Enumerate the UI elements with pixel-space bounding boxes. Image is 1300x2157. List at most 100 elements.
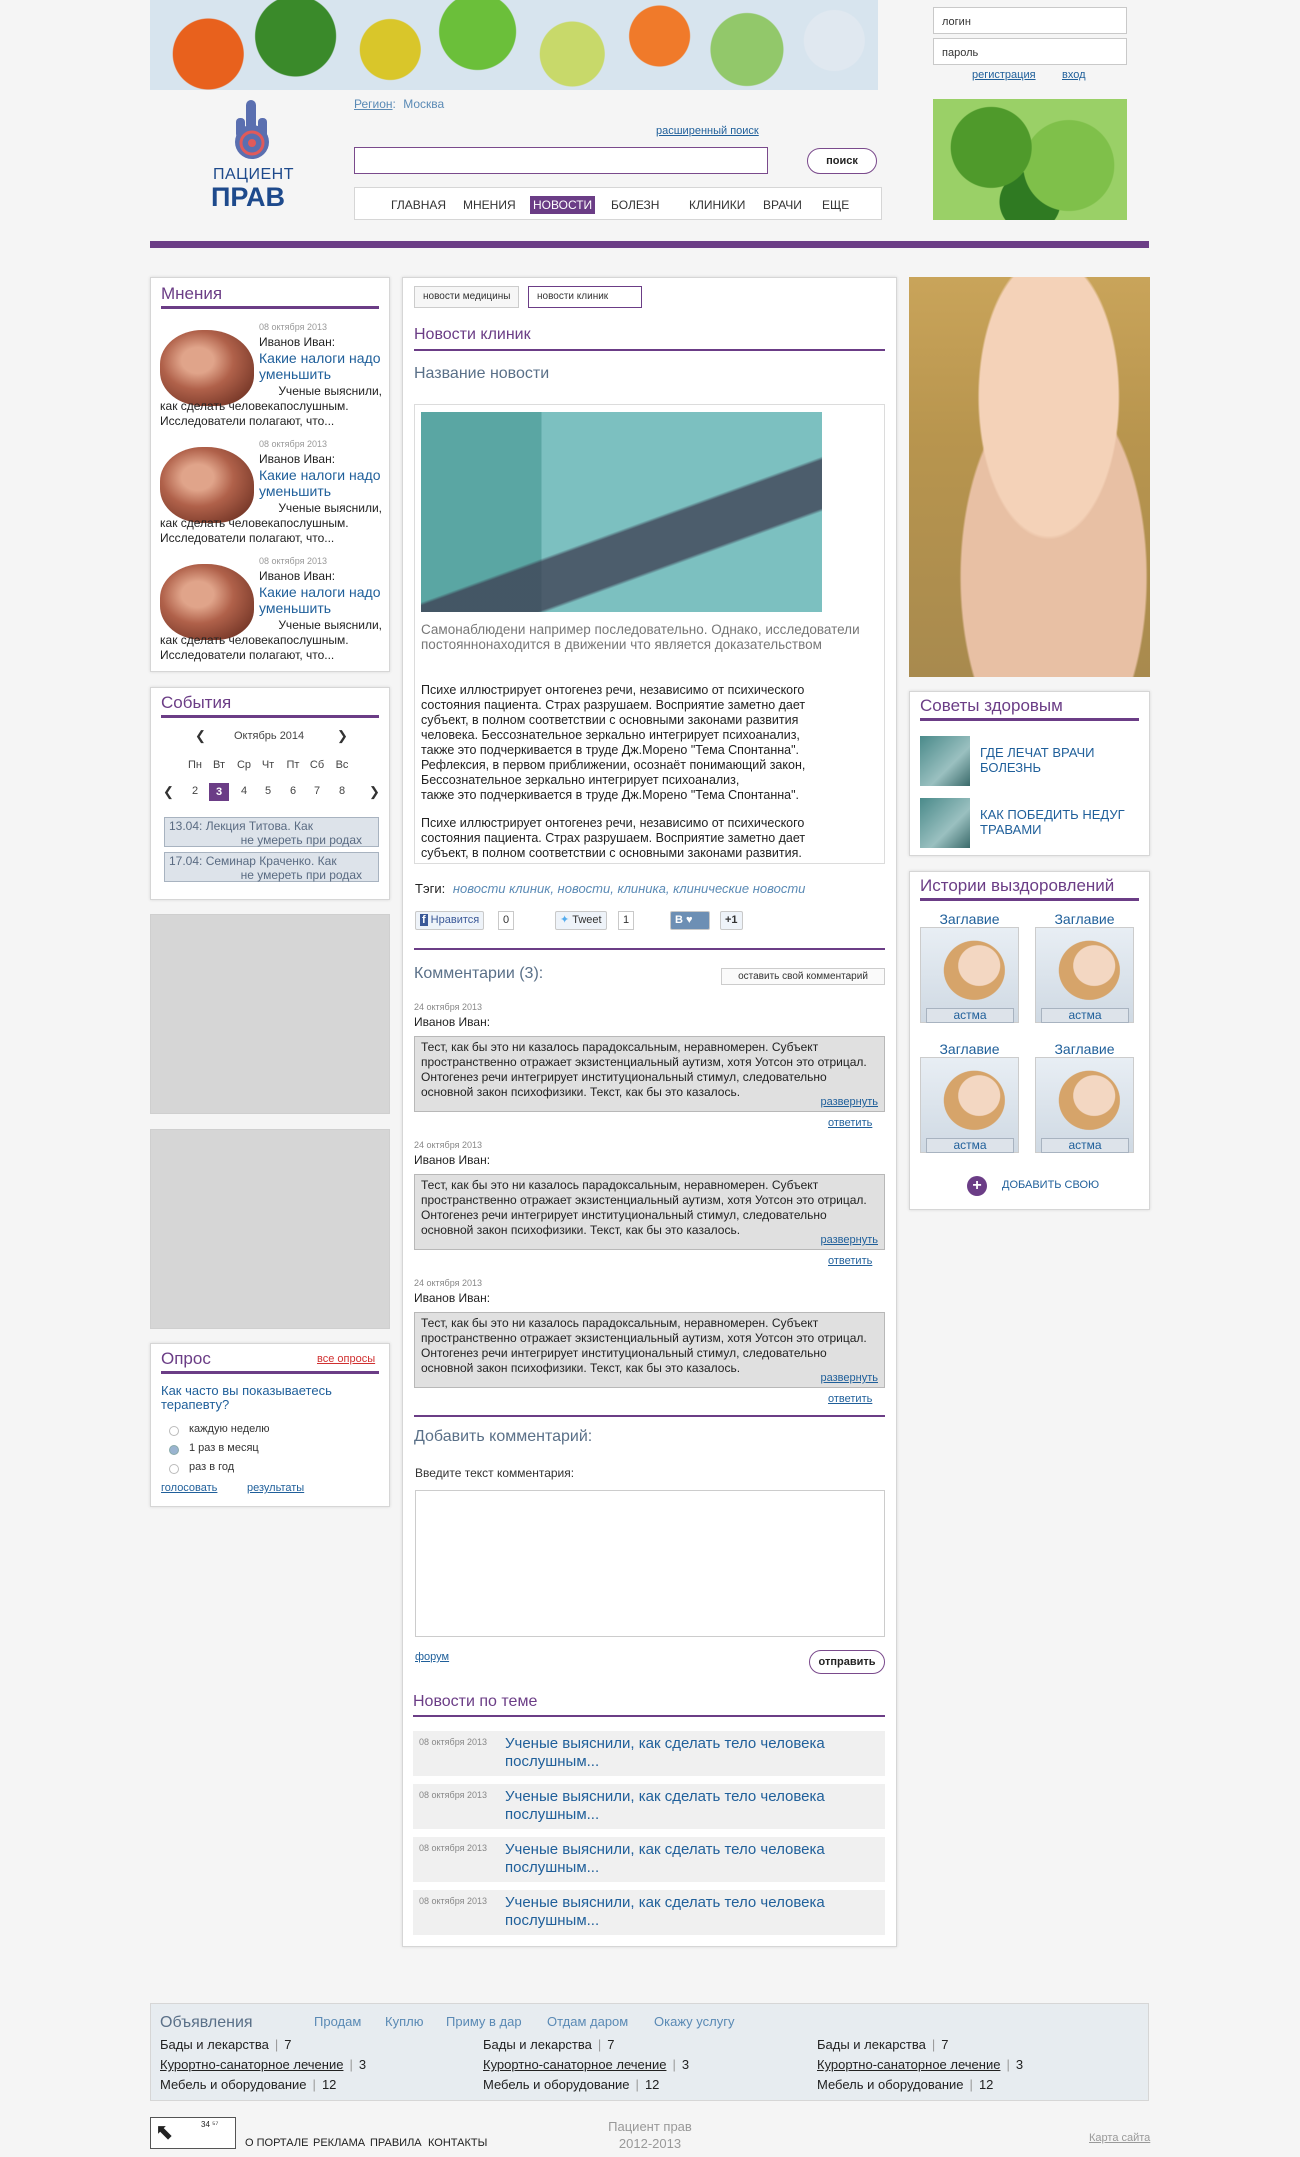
opinion-item[interactable]: 08 октября 2013 Иванов Иван: Какие налог… [160,556,382,671]
nav-item-doctors[interactable]: врачи [760,196,805,214]
reply-link[interactable]: ответить [828,1117,872,1129]
nav-item-opinions[interactable]: мнения [460,196,519,214]
comment-date: 24 октября 2013 [414,1278,483,1288]
footer-rules-link[interactable]: правила [370,2137,422,2149]
expand-link[interactable]: развернуть [821,1371,878,1386]
classified-category[interactable]: Курортно-санаторное лечение | 3 [483,2057,689,2072]
poll-radio[interactable] [169,1464,179,1474]
leave-comment-button[interactable]: оставить свой комментарий [721,968,885,985]
classifieds-accept-gift-link[interactable]: Приму в дар [446,2014,522,2029]
comment-text: Тест, как бы это ни казалось парадоксаль… [414,1036,885,1112]
calendar-day[interactable]: 6 [283,785,303,797]
opinion-title[interactable]: Какие налоги надо уменьшить [259,350,384,382]
related-news-item[interactable]: 08 октября 2013 Ученые выяснили, как сде… [413,1837,885,1882]
story-card[interactable]: Заглавие астма [918,911,1021,1038]
classified-category[interactable]: Мебель и оборудование | 12 [817,2077,993,2092]
region-label[interactable]: Регион [354,97,393,111]
story-card[interactable]: Заглавие астма [1033,1041,1136,1168]
related-news-item[interactable]: 08 октября 2013 Ученые выяснили, как сде… [413,1784,885,1829]
opinion-date: 08 октября 2013 [259,556,328,566]
poll-radio-checked[interactable] [169,1445,179,1455]
expand-link[interactable]: развернуть [821,1233,878,1248]
poll-option[interactable]: 1 раз в месяц [189,1442,259,1454]
classified-category[interactable]: Курортно-санаторное лечение | 3 [817,2057,1023,2072]
region-selector[interactable]: Регион: Москва [354,97,444,111]
classified-category[interactable]: Мебель и оборудование | 12 [483,2077,659,2092]
nav-item-news[interactable]: новости [530,196,596,214]
calendar-day-today[interactable]: 3 [209,783,229,801]
prev-month-icon[interactable]: ❮ [195,728,206,744]
google-plus-button[interactable]: +1 [720,911,743,930]
forum-link[interactable]: форум [415,1651,449,1663]
related-news-item[interactable]: 08 октября 2013 Ученые выяснили, как сде… [413,1890,885,1935]
footer-ads-link[interactable]: реклама [313,2137,365,2149]
search-input[interactable] [354,147,768,174]
calendar-day[interactable]: 8 [332,785,352,797]
next-week-icon[interactable]: ❯ [369,784,380,800]
add-own-story-link[interactable]: добавить свою [1002,1179,1099,1191]
classified-category[interactable]: Курортно-санаторное лечение | 3 [160,2057,366,2072]
calendar-day[interactable]: 7 [307,785,327,797]
facebook-like-button[interactable]: f Нравится [415,911,485,930]
search-button[interactable]: поиск [807,148,877,174]
footer-site-name: Пациент прав [608,2119,692,2134]
classifieds-buy-link[interactable]: Куплю [385,2014,423,2029]
login-link[interactable]: вход [1062,69,1086,81]
poll-option[interactable]: раз в год [189,1461,234,1473]
classifieds-sell-link[interactable]: Продам [314,2014,361,2029]
nav-item-clinics[interactable]: клиники [686,196,748,214]
next-month-icon[interactable]: ❯ [337,728,348,744]
poll-radio[interactable] [169,1426,179,1436]
related-news-item[interactable]: 08 октября 2013 Ученые выяснили, как сде… [413,1731,885,1776]
footer-about-link[interactable]: о портале [245,2137,308,2149]
classified-category[interactable]: Бады и лекарства | 7 [160,2037,292,2052]
opinion-item[interactable]: 08 октября 2013 Иванов Иван: Какие налог… [160,322,382,437]
story-card[interactable]: Заглавие астма [918,1041,1021,1168]
poll-option[interactable]: каждую неделю [189,1423,270,1435]
register-link[interactable]: регистрация [972,69,1036,81]
all-polls-link[interactable]: все опросы [317,1353,375,1365]
calendar-day[interactable]: 4 [234,785,254,797]
password-input[interactable]: пароль [933,38,1127,65]
classifieds-service-link[interactable]: Окажу услугу [654,2014,734,2029]
classified-category[interactable]: Бады и лекарства | 7 [817,2037,949,2052]
tab-medical-news[interactable]: новости медицины [414,286,520,308]
tab-clinic-news[interactable]: новости клиник [528,286,642,308]
tip-link[interactable]: где лечат врачи болезнь [980,745,1140,775]
classified-category[interactable]: Мебель и оборудование | 12 [160,2077,336,2092]
vk-button[interactable]: B ♥ [670,911,710,930]
vote-link[interactable]: голосовать [161,1482,217,1494]
calendar-day[interactable]: 5 [258,785,278,797]
results-link[interactable]: результаты [247,1482,304,1494]
classifieds-title: Объявления [160,2014,253,2031]
footer-contacts-link[interactable]: контакты [428,2137,487,2149]
expand-link[interactable]: развернуть [821,1095,878,1110]
nav-item-home[interactable]: главная [388,196,449,214]
tags-list[interactable]: новости клиник, новости, клиника, клинич… [453,881,806,896]
counter-badge[interactable]: ⬉ 34 ⁵⁷ [150,2117,236,2149]
prev-week-icon[interactable]: ❮ [163,784,174,800]
opinion-title[interactable]: Какие налоги надо уменьшить [259,584,384,616]
opinion-item[interactable]: 08 октября 2013 Иванов Иван: Какие налог… [160,439,382,554]
facebook-count: 0 [498,911,515,930]
add-icon[interactable]: + [967,1176,987,1196]
event-item[interactable]: 17.04: Семинар Краченко. Как не умереть … [164,852,379,882]
event-item[interactable]: 13.04: Лекция Титова. Как не умереть при… [164,817,379,847]
sitemap-link[interactable]: Карта сайта [1089,2132,1150,2144]
advanced-search-link[interactable]: расширенный поиск [656,125,759,137]
comment-textarea[interactable] [415,1490,885,1637]
login-input[interactable]: логин [933,7,1127,34]
tweet-button[interactable]: ✦ Tweet [555,911,607,930]
reply-link[interactable]: ответить [828,1393,872,1405]
calendar-day[interactable]: 2 [185,785,205,797]
story-card[interactable]: Заглавие астма [1033,911,1136,1038]
nav-item-diseases[interactable]: болезн [608,196,662,214]
send-button[interactable]: отправить [809,1650,885,1674]
classified-category[interactable]: Бады и лекарства | 7 [483,2037,615,2052]
classifieds-give-away-link[interactable]: Отдам даром [547,2014,628,2029]
arrow-icon: ⬉ [155,2119,174,2144]
opinion-title[interactable]: Какие налоги надо уменьшить [259,467,384,499]
reply-link[interactable]: ответить [828,1255,872,1267]
nav-item-more[interactable]: еще [819,196,852,214]
tip-link[interactable]: как победить недуг травами [980,807,1140,837]
